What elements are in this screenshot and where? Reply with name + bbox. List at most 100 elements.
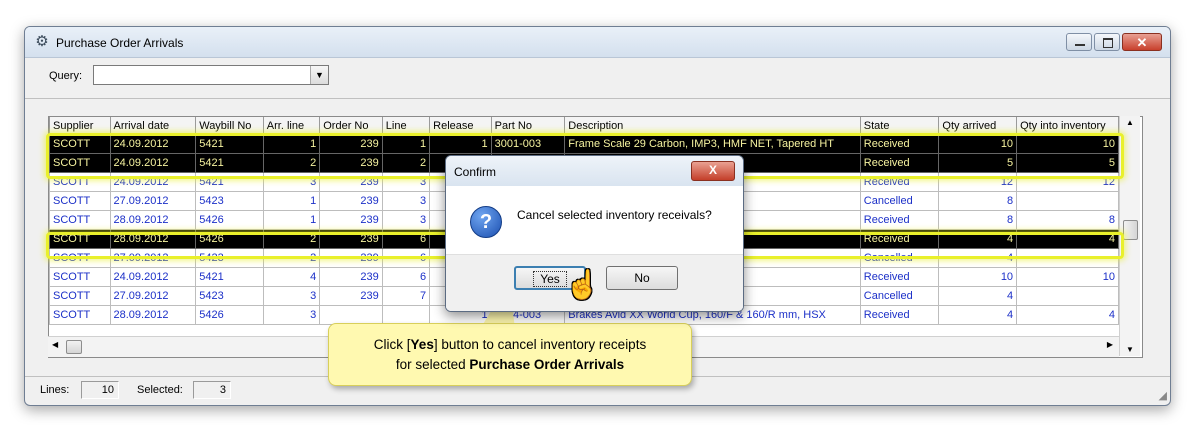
chevron-down-icon[interactable]: ▼ [310, 66, 328, 84]
cell-waybill: 5421 [195, 267, 264, 287]
resize-grip-icon[interactable]: ◢ [1159, 389, 1167, 402]
divider [25, 98, 1170, 99]
cell-supplier: SCOTT [49, 248, 111, 268]
cell-supplier: SCOTT [49, 305, 111, 325]
cell-arrival-date: 28.09.2012 [109, 305, 197, 325]
cell-qty-inv [1016, 286, 1119, 306]
cell-line: 3 [381, 172, 431, 192]
query-dropdown[interactable]: ▼ [93, 65, 329, 85]
cell-line: 6 [381, 229, 431, 249]
cell-state: Cancelled [859, 286, 940, 306]
cell-arr-line: 4 [262, 267, 321, 287]
cell-qty-arrived: 4 [938, 229, 1018, 249]
callout-bold-text: Purchase Order Arrivals [469, 357, 625, 372]
horizontal-scroll-thumb[interactable] [66, 340, 82, 354]
question-icon: ? [470, 206, 502, 238]
cell-order-no: 239 [319, 286, 383, 306]
column-header[interactable]: Arr. line [262, 117, 321, 135]
cell-qty-inv: 4 [1016, 305, 1119, 325]
cell-qty-arrived: 12 [938, 172, 1018, 192]
cell-arr-line: 3 [262, 305, 321, 325]
cell-waybill: 5421 [195, 134, 264, 154]
cell-line: 3 [381, 210, 431, 230]
cell-qty-arrived: 5 [938, 153, 1018, 173]
cell-arr-line: 3 [262, 286, 321, 306]
cell-qty-arrived: 10 [938, 267, 1018, 287]
minimize-button[interactable] [1066, 33, 1092, 51]
cell-order-no: 239 [319, 134, 383, 154]
cell-line: 1 [381, 134, 431, 154]
cell-qty-arrived: 4 [938, 305, 1018, 325]
scroll-right-icon[interactable]: ▶ [1107, 340, 1113, 349]
cell-arrival-date: 27.09.2012 [109, 191, 197, 211]
yes-label: Yes [533, 271, 567, 287]
cell-qty-arrived: 10 [938, 134, 1018, 154]
window-controls: ✕ [1064, 33, 1162, 51]
cell-qty-inv: 4 [1016, 229, 1119, 249]
cell-state: Received [859, 172, 940, 192]
cell-order-no: 239 [319, 153, 383, 173]
cell-qty-inv: 10 [1016, 267, 1119, 287]
cell-part-no: 3001-003 [490, 134, 566, 154]
callout-text: for selected [395, 357, 470, 372]
close-button[interactable]: ✕ [1122, 33, 1162, 51]
instruction-callout: Click [Yes] button to cancel inventory r… [328, 323, 692, 386]
cell-order-no: 239 [319, 248, 383, 268]
cell-supplier: SCOTT [49, 134, 111, 154]
cell-qty-inv: 12 [1016, 172, 1119, 192]
selected-label: Selected: [137, 384, 183, 396]
scroll-left-icon[interactable]: ◀ [52, 340, 58, 349]
vertical-scrollbar[interactable]: ▲ ▼ [1119, 116, 1140, 356]
dialog-message: Cancel selected inventory receivals? [517, 208, 712, 222]
cell-line: 2 [381, 153, 431, 173]
scroll-up-icon[interactable]: ▲ [1120, 118, 1140, 127]
column-header[interactable]: Part No [490, 117, 566, 135]
scroll-down-icon[interactable]: ▼ [1120, 345, 1140, 354]
column-header[interactable]: Release [429, 117, 492, 135]
dialog-title-bar: Confirm X [446, 156, 743, 186]
cell-state: Cancelled [859, 191, 940, 211]
title-bar: ⚙ Purchase Order Arrivals ✕ [25, 27, 1170, 58]
column-header[interactable]: Description [564, 117, 861, 135]
cell-qty-inv: 10 [1016, 134, 1119, 154]
cell-qty-inv [1016, 191, 1119, 211]
callout-text: Click [ [373, 337, 411, 352]
maximize-button[interactable] [1094, 33, 1120, 51]
table-row[interactable]: SCOTT 24.09.2012 5421 1 239 1 1 3001-003 Frame S… [49, 134, 1119, 154]
cell-line: 7 [381, 286, 431, 306]
cell-waybill: 5423 [195, 248, 264, 268]
column-header[interactable]: Qty arrived [938, 117, 1018, 135]
column-header[interactable]: Supplier [49, 117, 111, 135]
cell-arrival-date: 28.09.2012 [109, 210, 197, 230]
cell-qty-arrived: 8 [938, 191, 1018, 211]
column-header[interactable]: Arrival date [109, 117, 197, 135]
cell-order-no: 239 [319, 172, 383, 192]
vertical-scroll-thumb[interactable] [1123, 220, 1138, 240]
column-header[interactable]: Line [381, 117, 431, 135]
column-header[interactable]: State [859, 117, 940, 135]
cell-qty-arrived: 4 [938, 248, 1018, 268]
no-button[interactable]: No [606, 266, 678, 290]
callout-text: ] button to cancel inventory receipts [433, 337, 647, 352]
callout-line-1: Click [Yes] button to cancel inventory r… [329, 335, 691, 355]
selected-count: 3 [193, 381, 231, 399]
cell-arrival-date: 24.09.2012 [109, 134, 197, 154]
cell-qty-inv: 8 [1016, 210, 1119, 230]
column-header[interactable]: Order No [319, 117, 383, 135]
cell-arr-line: 3 [262, 172, 321, 192]
cell-qty-inv [1016, 248, 1119, 268]
cell-waybill: 5421 [195, 172, 264, 192]
dialog-close-button[interactable]: X [691, 161, 735, 181]
cell-waybill: 5423 [195, 191, 264, 211]
cell-supplier: SCOTT [49, 286, 111, 306]
cell-state: Received [859, 305, 940, 325]
cell-state: Received [859, 134, 940, 154]
cell-waybill: 5423 [195, 286, 264, 306]
column-header[interactable]: Qty into inventory [1016, 117, 1119, 135]
cell-arrival-date: 24.09.2012 [109, 172, 197, 192]
cell-line: 3 [381, 191, 431, 211]
grid-header: Supplier Arrival date Waybill No Arr. line O… [49, 117, 1119, 135]
cell-state: Received [859, 153, 940, 173]
cell-waybill: 5426 [195, 210, 264, 230]
column-header[interactable]: Waybill No [195, 117, 264, 135]
